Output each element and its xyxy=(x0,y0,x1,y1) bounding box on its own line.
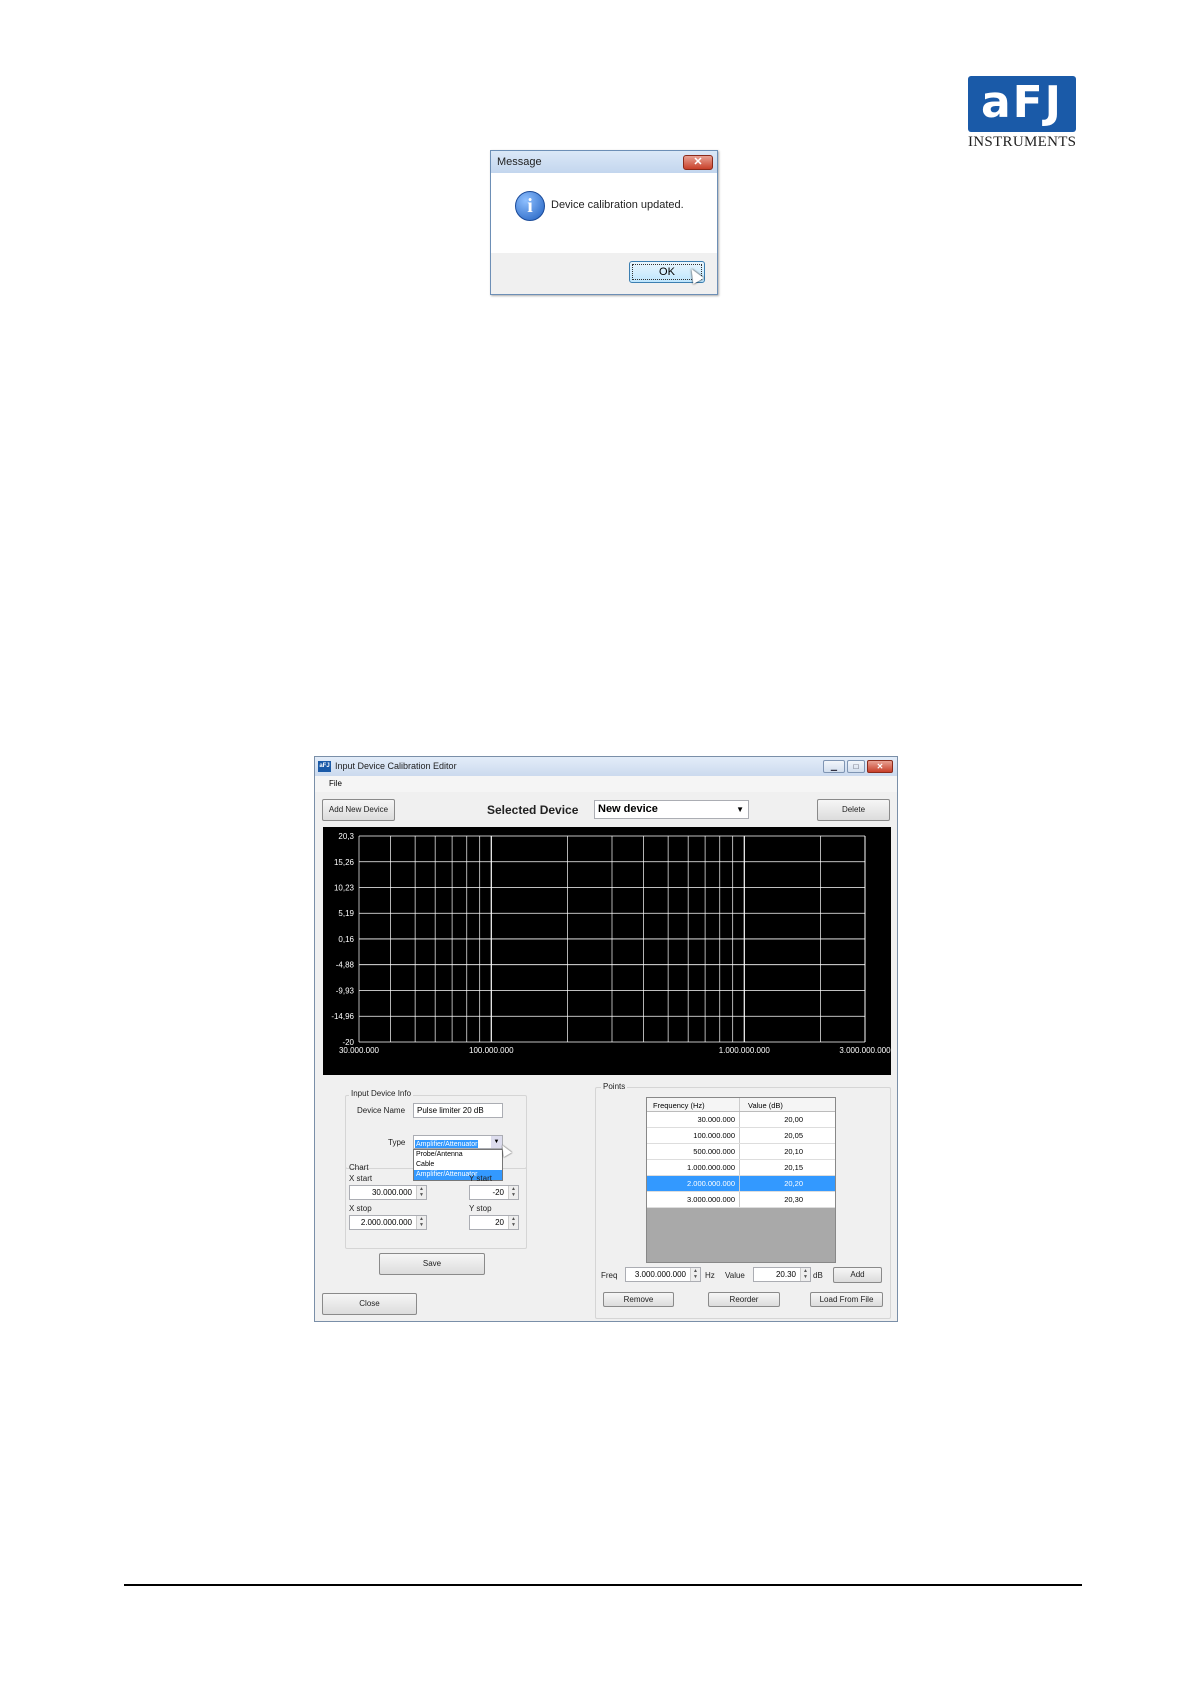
x-stop-input[interactable]: 2.000.000.000 ▲ ▼ xyxy=(349,1215,427,1230)
chart-plot: 20,315,2610,235,190,16-4,88-9,93-14,96-2… xyxy=(331,832,891,1055)
spinner-icon: ▲ ▼ xyxy=(508,1216,518,1229)
table-header: Frequency (Hz) Value (dB) xyxy=(647,1098,835,1112)
table-row[interactable]: 3.000.000.000 20,30 xyxy=(647,1192,835,1208)
logo-text: INSTRUMENTS xyxy=(968,134,1077,150)
type-label: Type xyxy=(388,1138,406,1147)
y-tick-label: -4,88 xyxy=(336,961,355,970)
type-option-probe[interactable]: Probe/Antenna xyxy=(414,1150,502,1160)
column-header-value[interactable]: Value (dB) xyxy=(740,1098,835,1111)
cell-frequency: 2.000.000.000 xyxy=(647,1176,740,1191)
window-titlebar: aFJ Input Device Calibration Editor ▁ □ … xyxy=(315,757,897,776)
table-row[interactable]: 2.000.000.000 20,20 xyxy=(647,1176,835,1192)
x-start-input[interactable]: 30.000.000 ▲ ▼ xyxy=(349,1185,427,1200)
cell-frequency: 100.000.000 xyxy=(647,1128,740,1143)
freq-input[interactable]: 3.000.000.000 ▲ ▼ xyxy=(625,1267,701,1282)
calibration-editor-window: aFJ Input Device Calibration Editor ▁ □ … xyxy=(314,756,898,1322)
dialog-body: i Device calibration updated. xyxy=(491,173,717,253)
minimize-button[interactable]: ▁ xyxy=(823,760,845,773)
cell-value: 20,00 xyxy=(784,1115,803,1124)
x-start-label: X start xyxy=(349,1174,373,1183)
menu-bar: File xyxy=(315,776,897,792)
menu-file[interactable]: File xyxy=(329,779,342,788)
table-row[interactable]: 100.000.000 20,05 xyxy=(647,1128,835,1144)
x-tick-label: 1.000.000.000 xyxy=(719,1046,771,1055)
points-table: Frequency (Hz) Value (dB) 30.000.000 20,0… xyxy=(646,1097,836,1263)
spinner-icon: ▲ ▼ xyxy=(508,1186,518,1199)
db-label: dB xyxy=(813,1271,823,1280)
input-device-info-label: Input Device Info xyxy=(349,1089,414,1098)
cell-frequency: 30.000.000 xyxy=(647,1112,740,1127)
cell-frequency: 500.000.000 xyxy=(647,1144,740,1159)
y-start-input[interactable]: -20 ▲ ▼ xyxy=(469,1185,519,1200)
y-stop-label: Y stop xyxy=(469,1204,492,1213)
freq-label: Freq xyxy=(601,1271,618,1280)
dialog-title: Message xyxy=(497,156,542,168)
save-button[interactable]: Save xyxy=(379,1253,485,1275)
load-from-file-button[interactable]: Load From File xyxy=(810,1292,883,1307)
cell-value: 20,05 xyxy=(784,1131,803,1140)
window-title: Input Device Calibration Editor xyxy=(335,761,457,771)
y-stop-input[interactable]: 20 ▲ ▼ xyxy=(469,1215,519,1230)
x-tick-label: 3.000.000.000 xyxy=(839,1046,891,1055)
type-select[interactable]: Amplifier/Attenuator ▼ xyxy=(413,1135,503,1149)
y-tick-label: 0,16 xyxy=(338,935,354,944)
selected-device-label: Selected Device xyxy=(487,803,579,817)
delete-button[interactable]: Delete xyxy=(817,799,890,821)
spinner-icon: ▲ ▼ xyxy=(416,1216,426,1229)
x-stop-label: X stop xyxy=(349,1204,372,1213)
y-tick-label: 20,3 xyxy=(338,832,354,841)
remove-button[interactable]: Remove xyxy=(603,1292,674,1307)
selected-device-select[interactable]: New device ▼ xyxy=(594,800,749,819)
close-button[interactable]: Close xyxy=(322,1293,417,1315)
device-name-input[interactable]: Pulse limiter 20 dB xyxy=(413,1103,503,1118)
spinner-icon: ▲ ▼ xyxy=(800,1268,810,1281)
points-group-label: Points xyxy=(601,1082,628,1091)
hz-label: Hz xyxy=(705,1271,715,1280)
value-input[interactable]: 20.30 ▲ ▼ xyxy=(753,1267,811,1282)
calibration-chart: 20,3 15,26 10,23 5,19 0,16 -4,88 -9,93 -14,96 -2… xyxy=(323,827,891,1075)
value-label: Value xyxy=(725,1271,745,1280)
cell-value: 20,15 xyxy=(784,1163,803,1172)
chart-group-label: Chart xyxy=(349,1163,369,1172)
spinner-icon: ▲ ▼ xyxy=(416,1186,426,1199)
spinner-icon: ▲ ▼ xyxy=(690,1268,700,1281)
y-tick-label: 10,23 xyxy=(334,883,355,892)
cell-frequency: 3.000.000.000 xyxy=(647,1192,740,1207)
dialog-message: Device calibration updated. xyxy=(551,199,684,211)
dialog-titlebar: Message ✕ xyxy=(491,151,717,173)
cell-value: 20,20 xyxy=(784,1179,803,1188)
chart-settings-group xyxy=(345,1167,527,1249)
app-icon: aFJ xyxy=(318,761,331,772)
message-dialog: Message ✕ i Device calibration updated. … xyxy=(490,150,718,295)
device-name-label: Device Name xyxy=(357,1106,406,1115)
cell-value: 20,30 xyxy=(784,1195,803,1204)
add-point-button[interactable]: Add xyxy=(833,1267,882,1283)
table-row[interactable]: 500.000.000 20,10 xyxy=(647,1144,835,1160)
table-body: 30.000.000 20,00 100.000.000 20,05 500.000.0… xyxy=(647,1112,835,1208)
company-logo: aFJ INSTRUMENTS xyxy=(968,76,1076,152)
chevron-down-icon: ▼ xyxy=(736,805,744,814)
y-tick-label: 5,19 xyxy=(338,909,354,918)
dialog-close-button[interactable]: ✕ xyxy=(683,155,713,170)
footer-divider xyxy=(124,1584,1082,1586)
x-tick-label: 30.000.000 xyxy=(339,1046,380,1055)
y-tick-label: -9,93 xyxy=(336,987,355,996)
cell-value: 20,10 xyxy=(784,1147,803,1156)
cell-frequency: 1.000.000.000 xyxy=(647,1160,740,1175)
reorder-button[interactable]: Reorder xyxy=(708,1292,780,1307)
window-close-button[interactable]: ✕ xyxy=(867,760,893,773)
logo-mark: aFJ xyxy=(968,76,1076,132)
add-new-device-button[interactable]: Add New Device xyxy=(322,799,395,821)
y-tick-label: 15,26 xyxy=(334,858,355,867)
info-icon: i xyxy=(515,191,545,221)
table-row[interactable]: 30.000.000 20,00 xyxy=(647,1112,835,1128)
column-header-frequency[interactable]: Frequency (Hz) xyxy=(647,1098,740,1111)
y-tick-label: -14,96 xyxy=(331,1012,354,1021)
table-row[interactable]: 1.000.000.000 20,15 xyxy=(647,1160,835,1176)
y-start-label: Y start xyxy=(469,1174,492,1183)
x-tick-label: 100.000.000 xyxy=(469,1046,514,1055)
maximize-button[interactable]: □ xyxy=(847,760,865,773)
